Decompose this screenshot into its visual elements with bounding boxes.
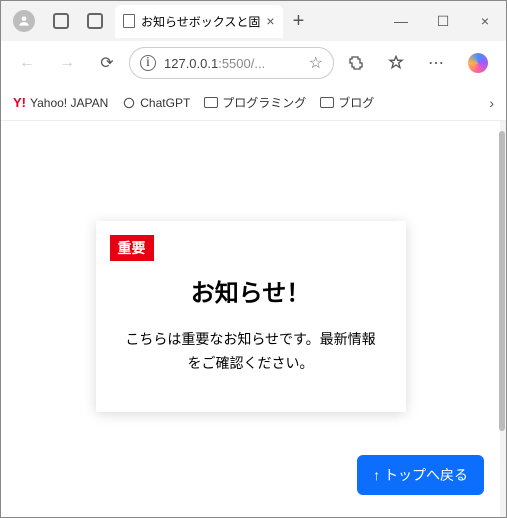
chatgpt-icon xyxy=(122,96,136,110)
yahoo-logo-icon: Y! xyxy=(13,95,26,110)
bookmark-label: Yahoo! JAPAN xyxy=(30,96,108,110)
important-badge: 重要 xyxy=(110,235,154,261)
titlebar: お知らせボックスと固 × + — ☐ × xyxy=(1,1,506,41)
toolbar: ← → ⟳ i 127.0.0.1:5500/... ☆ ⋯ xyxy=(1,41,506,85)
notice-box: 重要 お知らせ！ こちらは重要なお知らせです。最新情報をご確認ください。 xyxy=(96,221,406,412)
bookmarks-overflow-button[interactable]: › xyxy=(489,95,494,111)
page-favicon-icon xyxy=(123,14,135,28)
bookmark-programming[interactable]: プログラミング xyxy=(204,94,306,111)
bookmark-chatgpt[interactable]: ChatGPT xyxy=(122,96,190,110)
new-tab-button[interactable]: + xyxy=(293,10,305,33)
back-button[interactable]: ← xyxy=(9,47,45,79)
site-info-icon[interactable]: i xyxy=(140,55,156,71)
minimize-button[interactable]: — xyxy=(380,6,422,36)
folder-icon xyxy=(320,97,334,108)
tab-title: お知らせボックスと固 xyxy=(141,13,260,30)
close-window-button[interactable]: × xyxy=(464,6,506,36)
tab-close-button[interactable]: × xyxy=(266,13,274,29)
vertical-scrollbar[interactable] xyxy=(499,131,505,431)
reload-button[interactable]: ⟳ xyxy=(89,47,125,79)
favorite-icon[interactable]: ☆ xyxy=(309,53,323,73)
bookmark-label: ブログ xyxy=(338,94,374,111)
browser-tab[interactable]: お知らせボックスと固 × xyxy=(115,5,283,38)
extensions-icon[interactable] xyxy=(338,47,374,79)
page-viewport: 重要 お知らせ！ こちらは重要なお知らせです。最新情報をご確認ください。 ↑ ト… xyxy=(1,121,500,517)
bookmarks-bar: Y! Yahoo! JAPAN ChatGPT プログラミング ブログ › xyxy=(1,85,506,121)
folder-icon xyxy=(204,97,218,108)
bookmark-label: プログラミング xyxy=(222,94,306,111)
notice-title: お知らせ！ xyxy=(120,273,382,308)
tab-actions-icon[interactable] xyxy=(87,13,103,29)
workspaces-icon[interactable] xyxy=(53,13,69,29)
notice-text: こちらは重要なお知らせです。最新情報をご確認ください。 xyxy=(120,328,382,376)
profile-avatar-icon[interactable] xyxy=(13,10,35,32)
bookmark-yahoo[interactable]: Y! Yahoo! JAPAN xyxy=(13,95,108,110)
back-to-top-button[interactable]: ↑ トップへ戻る xyxy=(357,455,484,495)
window-controls: — ☐ × xyxy=(380,6,506,36)
address-text: 127.0.0.1:5500/... xyxy=(164,56,301,71)
address-bar[interactable]: i 127.0.0.1:5500/... ☆ xyxy=(129,47,334,79)
maximize-button[interactable]: ☐ xyxy=(422,6,464,36)
copilot-icon[interactable] xyxy=(468,53,488,73)
favorites-icon[interactable] xyxy=(378,47,414,79)
bookmark-label: ChatGPT xyxy=(140,96,190,110)
bookmark-blog[interactable]: ブログ xyxy=(320,94,374,111)
forward-button[interactable]: → xyxy=(49,47,85,79)
menu-button[interactable]: ⋯ xyxy=(418,47,454,79)
